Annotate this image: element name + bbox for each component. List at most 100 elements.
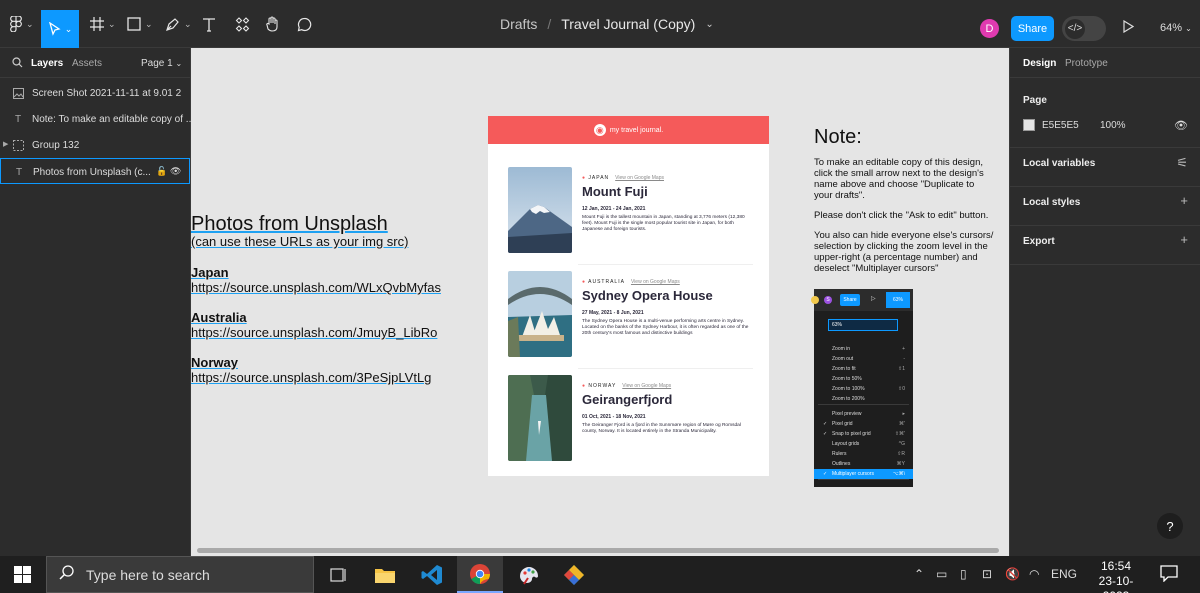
note-text-layer[interactable]: Note: To make an editable copy of this d… [814, 126, 994, 283]
menu-item-image: Zoom out - [814, 354, 913, 364]
device-icon[interactable]: ▯ [960, 567, 967, 581]
frame-icon [90, 17, 104, 31]
pen-tool-button[interactable]: ⌄ [165, 10, 192, 38]
layer-label: Group 132 [32, 140, 80, 151]
google-maps-link[interactable]: View on Google Maps [622, 383, 671, 389]
text-tool-button[interactable] [202, 10, 216, 38]
tab-assets[interactable]: Assets [72, 58, 102, 69]
plus-icon[interactable]: + [1180, 232, 1188, 247]
note-paragraph: You also can hide everyone else's cursor… [814, 230, 994, 274]
menu-item-shortcut: ▸ [902, 411, 905, 417]
menu-item-label: Pixel preview [832, 411, 862, 417]
image-icon [12, 87, 24, 99]
hand-tool-button[interactable] [265, 10, 280, 38]
battery-icon[interactable]: ▭ [936, 567, 947, 581]
export-section[interactable]: Export + [1010, 226, 1200, 265]
page-selector[interactable]: Page 1 ⌄ [141, 58, 182, 69]
menu-item-label: Layout grids [832, 441, 860, 447]
design-canvas[interactable]: Photos from Unsplash (can use these URLs… [191, 48, 1009, 556]
zoom-level-image: 63% [886, 292, 910, 308]
menu-item-shortcut: ⇧⌘' [894, 431, 905, 437]
menu-item-label: Multiplayer cursors [832, 471, 874, 477]
avatar: S [824, 296, 832, 304]
shape-tool-button[interactable]: ⌄ [127, 10, 153, 38]
menu-item-label: Zoom to 200% [832, 396, 865, 402]
help-button[interactable]: ? [1157, 513, 1183, 539]
notification-icon[interactable] [1160, 565, 1178, 587]
layer-label: Photos from Unsplash (c... [33, 167, 151, 178]
avatar[interactable]: D [980, 19, 999, 38]
eye-icon[interactable]: 👁 [1174, 119, 1188, 132]
wifi-icon[interactable]: ◠ [1029, 567, 1039, 581]
layer-item[interactable]: ▶ Group 132 [0, 132, 190, 158]
menu-item-label: Pixel grid [832, 421, 853, 427]
travel-journal-frame[interactable]: ◉ my travel journal. ● JAPAN View on Goog… [488, 116, 769, 476]
figma-logo-icon [10, 16, 22, 32]
entry-country: NORWAY [588, 383, 617, 389]
screen-icon[interactable]: ⊡ [982, 567, 992, 581]
dev-mode-toggle[interactable]: </> [1062, 16, 1106, 41]
page-color-hex[interactable]: E5E5E5 [1042, 120, 1079, 131]
unsplash-country: Norway [191, 355, 238, 370]
page-color-swatch[interactable] [1023, 119, 1035, 131]
breadcrumb-drafts[interactable]: Drafts [500, 16, 537, 32]
menu-item-shortcut: + [902, 346, 905, 352]
google-maps-link[interactable]: View on Google Maps [615, 175, 664, 181]
menu-item-image: ✓ Pixel grid ⌘' [814, 419, 913, 429]
sliders-icon[interactable]: ⚟ [1176, 155, 1188, 171]
menu-item-label: Outlines [832, 461, 851, 467]
unsplash-text-layer[interactable]: Photos from Unsplash (can use these URLs… [191, 213, 441, 385]
layer-item-selected[interactable]: T Photos from Unsplash (c... 🔓 👁 [0, 158, 190, 184]
paint-app-icon[interactable] [516, 562, 542, 588]
google-maps-link[interactable]: View on Google Maps [631, 279, 680, 285]
code-icon: </> [1065, 18, 1085, 39]
share-button[interactable]: Share [1011, 16, 1054, 41]
chevron-down-icon[interactable]: ⌄ [705, 19, 713, 30]
search-icon[interactable] [12, 57, 23, 71]
zoom-menu-screenshot[interactable]: S Share ▷ 63% 63% Zoom in + Zoom out - Zoom … [811, 289, 913, 487]
app-icon[interactable] [561, 562, 587, 588]
play-icon: ▷ [871, 296, 876, 302]
menu-item-label: Zoom in [832, 346, 851, 352]
chrome-icon[interactable] [457, 556, 503, 593]
local-variables-section[interactable]: Local variables ⚟ [1010, 148, 1200, 187]
task-view-icon[interactable] [326, 562, 352, 588]
page-opacity[interactable]: 100% [1100, 120, 1126, 131]
chevron-up-icon[interactable]: ⌃ [914, 567, 924, 581]
file-name[interactable]: Travel Journal (Copy) [561, 16, 695, 32]
checkmark-icon: ✓ [823, 471, 828, 477]
main-menu-button[interactable]: ⌄ [10, 10, 34, 38]
journal-entry: ● NORWAY View on Google Maps Geirangerfjo… [508, 375, 753, 465]
eye-icon[interactable]: 👁 [170, 166, 181, 177]
move-tool-button[interactable]: ⌄ [41, 10, 79, 48]
taskbar-clock[interactable]: 16:54 23-10-2023 [1086, 559, 1146, 593]
lock-icon[interactable]: 🔓 [156, 166, 167, 177]
plus-icon[interactable]: + [1180, 193, 1188, 208]
tab-design[interactable]: Design [1023, 58, 1056, 69]
tab-layers[interactable]: Layers [31, 58, 63, 69]
comment-tool-button[interactable] [297, 10, 312, 38]
zoom-input-image: 63% [828, 319, 898, 331]
language-indicator[interactable]: ENG [1051, 567, 1077, 581]
chevron-down-icon: ⌄ [26, 18, 34, 29]
taskbar-search[interactable]: Type here to search [46, 556, 314, 593]
local-styles-section[interactable]: Local styles + [1010, 187, 1200, 226]
zoom-level[interactable]: 64% ⌄ [1160, 22, 1192, 34]
layer-item[interactable]: T Note: To make an editable copy of ... [0, 106, 194, 132]
present-button[interactable] [1122, 19, 1135, 38]
journal-entry: ● AUSTRALIA View on Google Maps Sydney Op… [508, 271, 753, 361]
frame-tool-button[interactable]: ⌄ [90, 10, 116, 38]
vscode-icon[interactable] [419, 562, 445, 588]
horizontal-scrollbar[interactable] [197, 548, 999, 553]
expand-caret-icon[interactable]: ▶ [3, 140, 8, 148]
checkmark-icon: ✓ [823, 431, 828, 437]
volume-muted-icon[interactable]: 🔇 [1005, 567, 1020, 581]
resources-button[interactable] [235, 10, 250, 38]
tab-prototype[interactable]: Prototype [1065, 58, 1108, 69]
layer-item[interactable]: Screen Shot 2021-11-11 at 9.01 2 [0, 80, 190, 106]
menu-item-image: Pixel preview ▸ [814, 409, 913, 419]
windows-start-icon[interactable] [14, 566, 31, 583]
checkmark-icon: ✓ [823, 421, 828, 427]
unsplash-url: https://source.unsplash.com/WLxQvbMyfas [191, 280, 441, 295]
file-explorer-icon[interactable] [372, 562, 398, 588]
